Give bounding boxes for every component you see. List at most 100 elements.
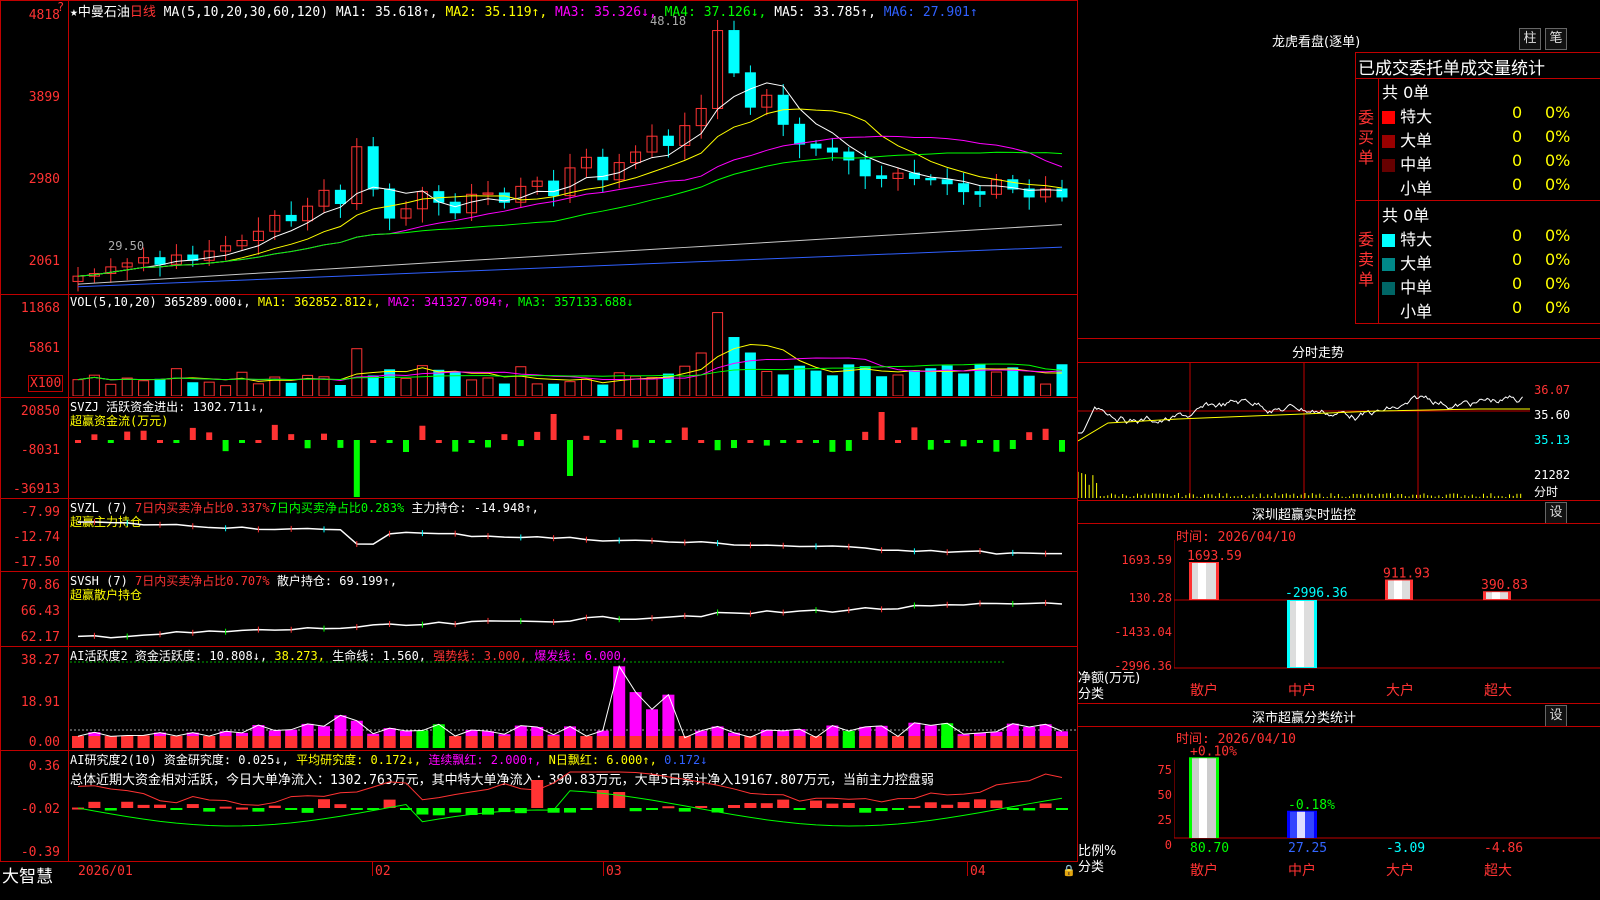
research-red-line [77,771,1063,806]
research-bar [449,808,462,813]
order-row-3: 小单 0 0% [1382,175,1600,199]
panel1-divider2 [1355,200,1600,201]
activity-base [318,736,330,748]
stock-name[interactable]: ★中曼石油 [70,5,130,20]
candle [449,201,461,214]
activity-base [88,736,101,748]
order-row-2: 中单 0 0% [1382,151,1600,175]
candle [662,135,674,146]
svsh-ytick-1: 66.43 [20,604,60,619]
tick-mode-button[interactable]: 笔 [1545,28,1567,50]
volume-bar [548,383,560,396]
research-bar [875,808,888,812]
period-label[interactable]: 日线 [130,5,156,20]
volume-bar [236,371,248,396]
flow-bar [124,431,131,440]
svzj-ytick-0: 20850 [20,404,60,419]
research-bar [121,801,134,808]
ai2-ytick-2: 0.00 [28,735,60,750]
intraday-chart[interactable] [1078,363,1530,499]
vol-unit-button[interactable]: X100 [28,375,64,392]
panel2-top [1078,338,1600,339]
volume-bar [843,364,855,396]
activity-base [104,736,117,748]
activity-base [268,736,281,748]
flow-dash [435,440,442,443]
activity-base [662,736,675,748]
volume-bar [138,380,150,396]
research-bar [793,808,806,810]
panel3-ytick-1: 130.28 [1128,591,1172,605]
research-bar [810,800,822,808]
candle [859,159,871,177]
activity-base [1006,736,1019,748]
activity-base [383,736,396,748]
activity-base [170,736,183,748]
panel4-settings-button[interactable]: 设 [1545,705,1567,727]
flow-dash [599,440,606,443]
research-bar [941,804,954,808]
activity-base [793,736,806,748]
volume-bar [580,378,592,396]
research-bar [859,808,872,813]
bar-mode-button[interactable]: 柱 [1519,28,1541,50]
flow-bar [517,440,524,447]
candle [433,191,445,203]
research-bar [892,808,904,810]
ai2-ytick-1: 18.91 [20,695,60,710]
flow-dash [698,440,705,443]
research-bar [974,799,986,808]
order-value: 0 [1512,250,1523,269]
research-bar [318,799,330,808]
main-ytick-2: 2980 [28,172,60,187]
panel3-top [1078,500,1600,501]
flow-bar [1026,432,1033,440]
intraday-price-mid: 35.60 [1534,408,1571,422]
order-row-3: 小单 0 0% [1382,298,1600,322]
activity-base [203,736,216,748]
order-pct: 0% [1545,127,1571,146]
lock-icon[interactable]: 🔒 [1062,864,1076,877]
vol-label: VOL(5,10,20) [70,295,157,309]
flow-bar [681,427,688,440]
research-bar [482,808,494,815]
panel2-title: 分时走势 [1292,346,1345,361]
order-row-2: 中单 0 0% [1382,274,1600,298]
activity-base [465,736,478,748]
flow-bar [1042,428,1049,440]
panel4-divider [1078,726,1600,727]
volume-bar [1040,383,1052,396]
bar-shine [1296,601,1304,667]
panel3-settings-button[interactable]: 设 [1545,502,1567,524]
flow-dash [977,440,983,443]
xaxis-tick [967,862,968,876]
ai3-chart [72,771,1068,827]
research-bar [908,805,921,808]
activity-base [777,736,790,748]
panel1-vdivider [1378,78,1379,324]
panel3-ytick-2: -1433.04 [1114,625,1172,639]
research-bar [629,808,642,812]
research-bar [1039,803,1052,808]
research-bar [744,803,757,808]
order-swatch [1382,306,1395,319]
activity-base [1023,736,1036,748]
activity-base [432,736,445,748]
flow-bar [271,424,278,440]
research-bar [268,805,281,808]
monitor-category-label: 散户 [1190,682,1218,699]
intraday-volume-max: 21282 [1534,468,1571,482]
activity-base [285,736,298,748]
order-swatch [1382,159,1395,172]
flow-bar [911,427,918,440]
research-bar [957,802,970,808]
activity-base [547,736,560,748]
volume-bar [859,366,871,396]
brand-logo[interactable]: 大智慧 [2,862,53,887]
candlestick-chart[interactable] [70,20,1076,292]
ma-params: MA(5,10,20,30,60,120) [163,5,329,20]
flow-bar [353,440,360,497]
order-value: 0 [1512,274,1523,293]
research-bar [924,802,937,808]
flow-bar [862,431,869,440]
